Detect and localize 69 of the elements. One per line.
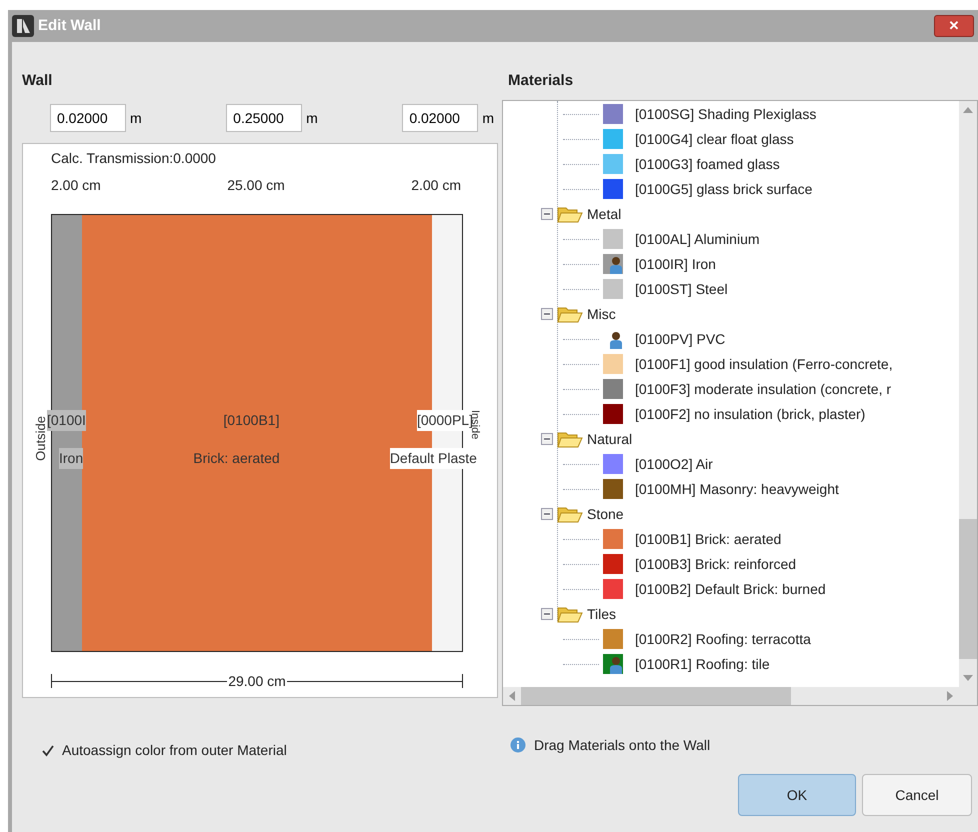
dialog-button[interactable]: OK bbox=[738, 774, 856, 816]
layer-width-label: 2.00 cm bbox=[411, 176, 461, 195]
hint-text: Drag Materials onto the Wall bbox=[534, 736, 710, 755]
material-item[interactable]: [0100F1] good insulation (Ferro-concrete, bbox=[635, 356, 893, 370]
material-item[interactable]: [0100B3] Brick: reinforced bbox=[635, 556, 796, 570]
layer-code: [0000PL] bbox=[416, 410, 473, 431]
material-item[interactable]: [0100AL] Aluminium bbox=[635, 232, 760, 246]
layer-name: Brick: aerated bbox=[193, 449, 280, 468]
unit-label: m bbox=[306, 108, 318, 128]
category-label[interactable]: Tiles bbox=[587, 606, 616, 620]
close-button[interactable]: ✕ bbox=[934, 15, 974, 37]
scroll-right-icon[interactable] bbox=[947, 691, 953, 701]
unit-label: m bbox=[130, 108, 142, 128]
dialog-button[interactable]: Cancel bbox=[862, 774, 972, 816]
thickness-field[interactable]: 0.25000 bbox=[226, 104, 302, 132]
expander-icon[interactable] bbox=[541, 308, 553, 320]
expander-icon[interactable] bbox=[541, 432, 553, 444]
horizontal-scrollbar[interactable] bbox=[503, 687, 977, 705]
expander-icon[interactable] bbox=[541, 608, 553, 620]
material-item[interactable]: [0100IR] Iron bbox=[635, 256, 716, 270]
person-icon bbox=[609, 330, 623, 348]
material-item[interactable]: [0100B1] Brick: aerated bbox=[635, 532, 782, 546]
material-item[interactable]: [0100PV] PVC bbox=[635, 332, 726, 346]
category-label[interactable]: Misc bbox=[587, 306, 616, 320]
material-item[interactable]: [0100F3] moderate insulation (concrete, r bbox=[635, 382, 892, 396]
app-logo-icon bbox=[12, 15, 34, 37]
layer-name: Iron bbox=[59, 448, 84, 469]
material-item[interactable]: [0100R2] Roofing: terracotta bbox=[635, 632, 811, 646]
material-item[interactable]: [0100ST] Steel bbox=[635, 282, 728, 296]
material-item[interactable]: [0100G4] clear float glass bbox=[635, 132, 794, 146]
outside-label: Outside bbox=[32, 416, 48, 461]
section-heading: Wall bbox=[22, 71, 54, 91]
person-icon bbox=[609, 656, 623, 674]
thickness-field[interactable]: 0.02000 bbox=[50, 104, 126, 132]
layer-width-label: 25.00 cm bbox=[227, 176, 285, 195]
material-item[interactable]: [0100G3] foamed glass bbox=[635, 156, 780, 170]
material-item[interactable]: [0100B2] Default Brick: burned bbox=[635, 582, 826, 596]
category-label[interactable]: Metal bbox=[587, 206, 622, 220]
category-label[interactable]: Natural bbox=[587, 432, 632, 446]
expander-icon[interactable] bbox=[541, 508, 553, 520]
info-icon bbox=[510, 737, 526, 753]
material-item[interactable]: [0100SG] Shading Plexiglass bbox=[635, 106, 816, 120]
transmission-label: Calc. Transmission:0.0000 bbox=[51, 149, 217, 168]
scroll-left-icon[interactable] bbox=[509, 691, 515, 701]
autoassign-checkbox[interactable] bbox=[40, 742, 56, 758]
layer-width-label: 2.00 cm bbox=[51, 176, 101, 195]
total-width-label: 29.00 cm bbox=[227, 672, 287, 690]
person-icon bbox=[609, 256, 623, 274]
scroll-thumb[interactable] bbox=[959, 519, 977, 659]
window-title: Edit Wall bbox=[38, 16, 101, 36]
scroll-thumb[interactable] bbox=[521, 687, 791, 705]
autoassign-label: Autoassign color from outer Material bbox=[62, 741, 287, 760]
material-item[interactable]: [0100F2] no insulation (brick, plaster) bbox=[635, 406, 866, 420]
material-item[interactable]: [0100MH] Masonry: heavyweight bbox=[635, 482, 839, 496]
unit-label: m bbox=[482, 108, 494, 128]
expander-icon[interactable] bbox=[541, 208, 553, 220]
vertical-scrollbar[interactable] bbox=[959, 101, 977, 687]
material-item[interactable]: [0100G5] glass brick surface bbox=[635, 182, 812, 196]
scroll-up-icon[interactable] bbox=[963, 107, 973, 113]
layer-name: Default Plaste bbox=[390, 448, 477, 469]
category-label[interactable]: Stone bbox=[587, 506, 624, 520]
layer-code: [0100B1] bbox=[223, 411, 280, 430]
section-heading: Materials bbox=[507, 71, 574, 91]
material-item[interactable]: [0100O2] Air bbox=[635, 456, 713, 470]
material-item[interactable]: [0100R1] Roofing: tile bbox=[635, 656, 770, 670]
scroll-down-icon[interactable] bbox=[963, 675, 973, 681]
layer-code: [0100I bbox=[47, 410, 86, 431]
thickness-field[interactable]: 0.02000 bbox=[402, 104, 478, 132]
checkmark-icon bbox=[41, 744, 55, 758]
